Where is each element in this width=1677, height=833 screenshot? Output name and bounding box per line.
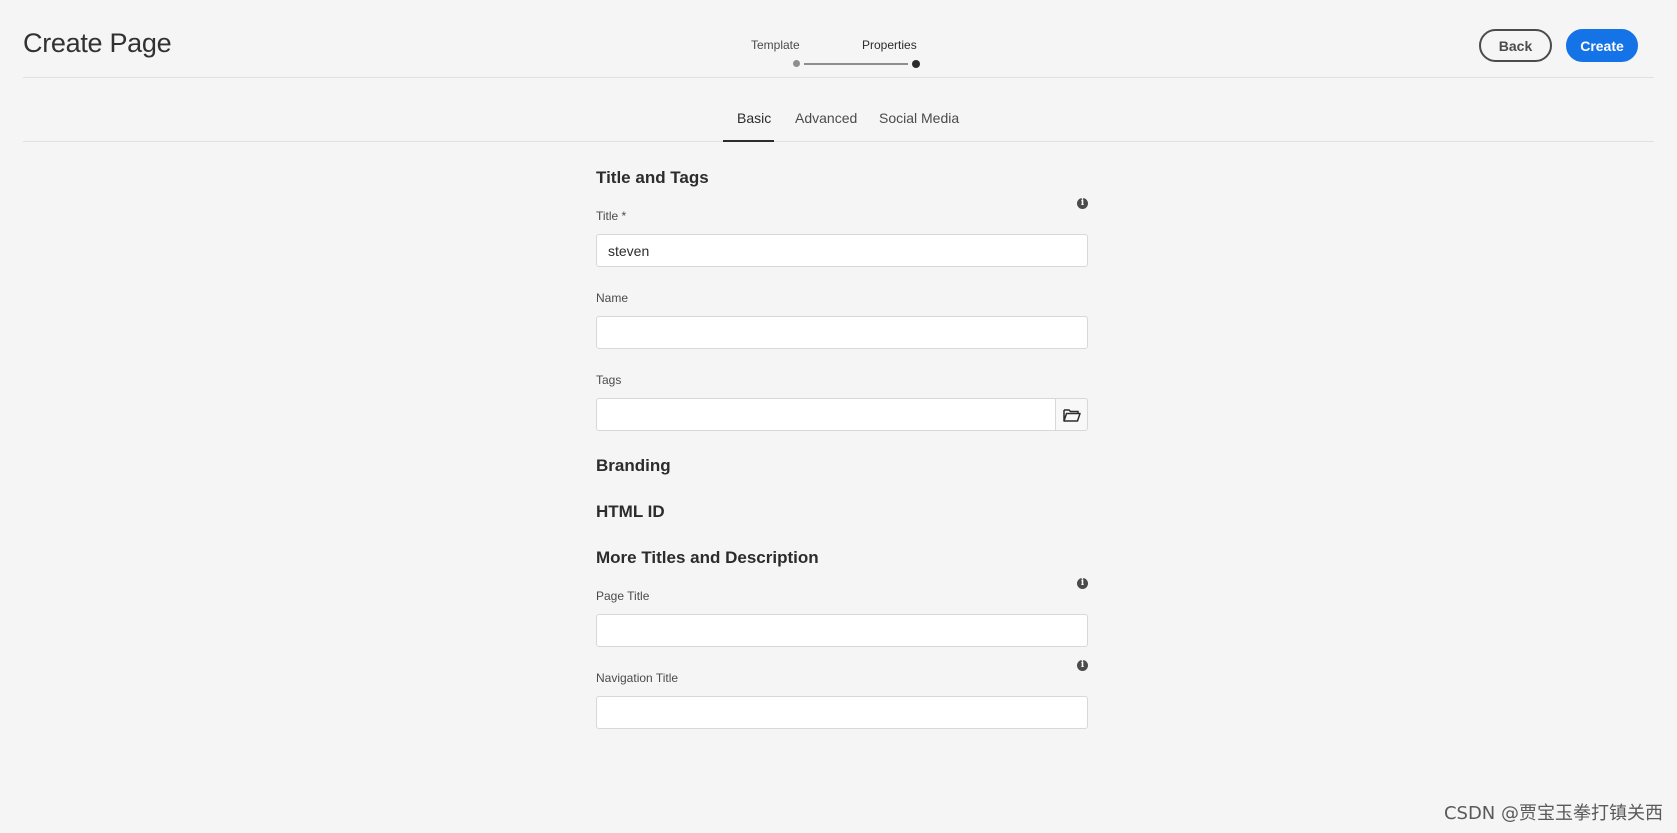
folder-open-icon	[1062, 408, 1081, 422]
step-dot-template	[793, 60, 800, 67]
section-heading-title-and-tags: Title and Tags	[596, 168, 709, 187]
info-icon[interactable]: i	[1077, 660, 1088, 671]
watermark: CSDN @贾宝玉拳打镇关西	[1443, 803, 1663, 824]
tab-advanced[interactable]: Advanced	[795, 110, 857, 142]
header-bar: Create Page Template Properties	[23, 0, 1654, 78]
tags-field-label: Tags	[596, 373, 622, 387]
create-button[interactable]: Create	[1566, 29, 1638, 62]
wizard-stepper: Template Properties	[751, 38, 951, 72]
page-title: Create Page	[23, 28, 172, 58]
navigation-title-input[interactable]	[596, 696, 1088, 729]
tab-bar: Basic Advanced Social Media	[23, 100, 1654, 142]
step-dot-properties	[912, 60, 920, 68]
page-title-field-label: Page Title	[596, 589, 650, 603]
active-tab-indicator	[723, 140, 774, 142]
section-heading-more-titles: More Titles and Description	[596, 548, 819, 567]
tags-field	[596, 398, 1088, 431]
info-icon[interactable]: i	[1077, 578, 1088, 589]
name-field-label: Name	[596, 291, 629, 305]
page-title-input[interactable]	[596, 614, 1088, 647]
title-input[interactable]	[596, 234, 1088, 267]
title-field-label: Title *	[596, 209, 627, 223]
navigation-title-field-label: Navigation Title	[596, 671, 679, 685]
section-heading-branding[interactable]: Branding	[596, 456, 671, 476]
name-input[interactable]	[596, 316, 1088, 349]
step-connector-line	[804, 63, 908, 65]
tags-picker-button[interactable]	[1055, 398, 1088, 431]
tags-input[interactable]	[596, 398, 1056, 431]
tab-social-media[interactable]: Social Media	[879, 110, 959, 142]
section-heading-html-id[interactable]: HTML ID	[596, 502, 665, 522]
back-button[interactable]: Back	[1479, 29, 1552, 62]
info-icon[interactable]: i	[1077, 198, 1088, 209]
step-label-properties: Properties	[862, 38, 917, 52]
step-label-template: Template	[751, 38, 800, 52]
tab-basic[interactable]: Basic	[737, 110, 771, 142]
